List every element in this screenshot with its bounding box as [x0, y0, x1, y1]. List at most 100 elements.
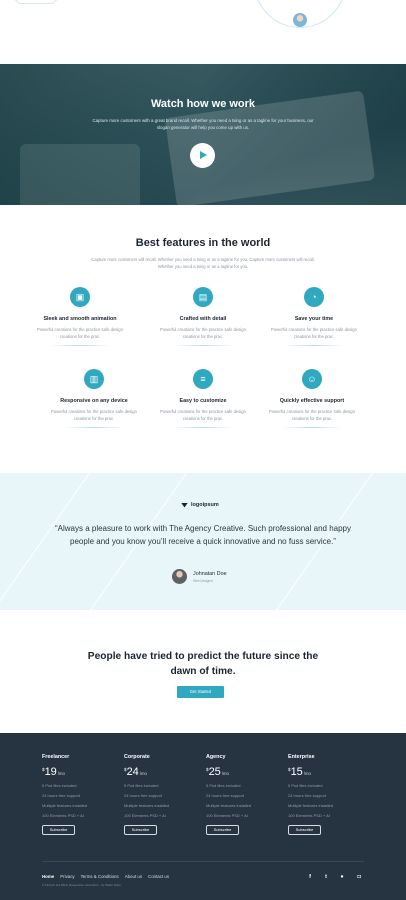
testimonial-quote: “Always a pleasure to work with The Agen…: [54, 524, 351, 546]
feature-card: ▣ Sleek and smooth animation Powerful cr…: [20, 287, 140, 346]
feature-description: Powerful creations for the practice safe…: [37, 327, 123, 339]
video-banner: [0, 64, 406, 205]
play-button[interactable]: [190, 143, 215, 168]
plan-price: $ 19 /mo: [42, 766, 112, 778]
plan-feature: 100 Elements PSD + AI: [124, 813, 166, 818]
feature-card: ▥ Responsive on any device Powerful crea…: [34, 369, 154, 428]
logo-icon: [181, 502, 188, 508]
pricing-plan: Agency $ 25 /mo 5 Psd files included 24 …: [206, 754, 276, 835]
plan-feature: 24 hours free support: [124, 793, 163, 798]
plan-price: $ 15 /mo: [288, 766, 358, 778]
plan-feature: Multiple features installed: [124, 803, 170, 808]
feature-divider: [173, 345, 233, 346]
video-title: Watch how we work: [150, 98, 256, 110]
feature-title: Crafted with detail: [179, 316, 227, 322]
feature-card: ◔ Save your time Powerful creations for …: [254, 287, 374, 346]
feature-title: Sleek and smooth animation: [43, 316, 117, 322]
feature-divider: [284, 345, 344, 346]
plan-feature: Multiple features installed: [288, 803, 334, 808]
feature-title: Responsive on any device: [60, 398, 128, 404]
price-amount: 19: [44, 766, 57, 778]
plan-feature: 24 hours free support: [42, 793, 81, 798]
plan-feature: 100 Elements PSD + AI: [206, 813, 248, 818]
feature-divider: [173, 427, 233, 428]
price-amount: 24: [126, 766, 139, 778]
plan-name: Agency: [206, 754, 226, 760]
subscribe-button[interactable]: Subscribe: [206, 825, 239, 835]
facebook-icon[interactable]: f: [306, 873, 314, 881]
feature-title: Quickly effective support: [279, 398, 345, 404]
plan-feature: 5 Psd files included: [206, 783, 241, 788]
feature-description: Powerful creations for the practice safe…: [51, 409, 137, 421]
footer-divider: [42, 861, 364, 862]
subscribe-button[interactable]: Subscribe: [124, 825, 157, 835]
plan-price: $ 25 /mo: [206, 766, 276, 778]
features-subtitle: Capture more customers will recall. Whet…: [91, 257, 315, 269]
avatar: [293, 13, 307, 27]
plan-name: Enterprise: [288, 754, 315, 760]
features-title: Best features in the world: [135, 237, 271, 249]
feature-card: ☺ Quickly effective support Powerful cre…: [252, 369, 372, 428]
banner-background-shape: [20, 144, 140, 205]
devices-icon: ▥: [84, 369, 104, 389]
logo-text: logoipsum: [191, 502, 219, 508]
feature-card: ▤ Crafted with detail Powerful creations…: [143, 287, 263, 346]
plan-feature: 100 Elements PSD + AI: [288, 813, 330, 818]
feature-title: Save your time: [294, 316, 334, 322]
plan-feature: 5 Psd files included: [42, 783, 77, 788]
author-name: Johnatan Doe: [193, 571, 227, 577]
copyright: © Fintech Ltd 2019, Respective ownership…: [42, 883, 121, 887]
plan-price: $ 24 /mo: [124, 766, 194, 778]
plan-feature: 24 hours free support: [206, 793, 245, 798]
partner-logo: logoipsum: [181, 502, 219, 508]
feature-card: ≡ Easy to customize Powerful creations f…: [143, 369, 263, 428]
animation-icon: ▣: [70, 287, 90, 307]
plan-name: Corporate: [124, 754, 150, 760]
author-avatar: [172, 569, 187, 584]
plan-name: Freelancer: [42, 754, 70, 760]
price-period: /mo: [57, 771, 65, 776]
header-pill-outline: [14, 0, 58, 4]
video-subtitle: Capture more customers with a great bran…: [92, 118, 314, 130]
price-period: /mo: [139, 771, 147, 776]
author-role: Web Designer: [193, 579, 214, 583]
feature-description: Powerful creations for the practice safe…: [269, 409, 355, 421]
feature-description: Powerful creations for the practice safe…: [160, 409, 246, 421]
footer-link-terms[interactable]: Terms & Conditions: [81, 874, 119, 879]
support-icon: ☺: [302, 369, 322, 389]
pricing-plan: Freelancer $ 19 /mo 5 Psd files included…: [42, 754, 112, 835]
get-started-button[interactable]: Get Started: [177, 686, 224, 698]
instagram-icon[interactable]: ◘: [355, 873, 363, 881]
plan-feature: Multiple features installed: [42, 803, 88, 808]
clock-icon: ◔: [304, 287, 324, 307]
pricing-plan: Corporate $ 24 /mo 5 Psd files included …: [124, 754, 194, 835]
document-icon: ▤: [193, 287, 213, 307]
plan-feature: 5 Psd files included: [288, 783, 323, 788]
price-period: /mo: [221, 771, 229, 776]
twitter-icon[interactable]: t: [322, 873, 330, 881]
plan-feature: 100 Elements PSD + AI: [42, 813, 84, 818]
list-icon: ≡: [193, 369, 213, 389]
subscribe-button[interactable]: Subscribe: [288, 825, 321, 835]
pricing-plan: Enterprise $ 15 /mo 5 Psd files included…: [288, 754, 358, 835]
footer-link-home[interactable]: Home: [42, 874, 54, 879]
footer-link-contact[interactable]: Contact us: [148, 874, 169, 879]
plan-feature: Multiple features installed: [206, 803, 252, 808]
price-amount: 15: [290, 766, 303, 778]
footer-link-privacy[interactable]: Privacy: [60, 874, 74, 879]
feature-divider: [282, 427, 342, 428]
footer-nav: Home Privacy Terms & Conditions About us…: [42, 874, 169, 879]
price-amount: 25: [208, 766, 221, 778]
price-period: /mo: [303, 771, 311, 776]
header-remnant: [0, 0, 406, 64]
subscribe-button[interactable]: Subscribe: [42, 825, 75, 835]
whatsapp-icon[interactable]: ●: [338, 873, 346, 881]
feature-description: Powerful creations for the practice safe…: [160, 327, 246, 339]
plan-feature: 5 Psd files included: [124, 783, 159, 788]
feature-description: Powerful creations for the practice safe…: [271, 327, 357, 339]
feature-title: Easy to customize: [179, 398, 227, 404]
feature-divider: [50, 345, 110, 346]
footer-link-about[interactable]: About us: [125, 874, 142, 879]
plan-feature: 24 hours free support: [288, 793, 327, 798]
cta-title: People have tried to predict the future …: [87, 651, 319, 677]
